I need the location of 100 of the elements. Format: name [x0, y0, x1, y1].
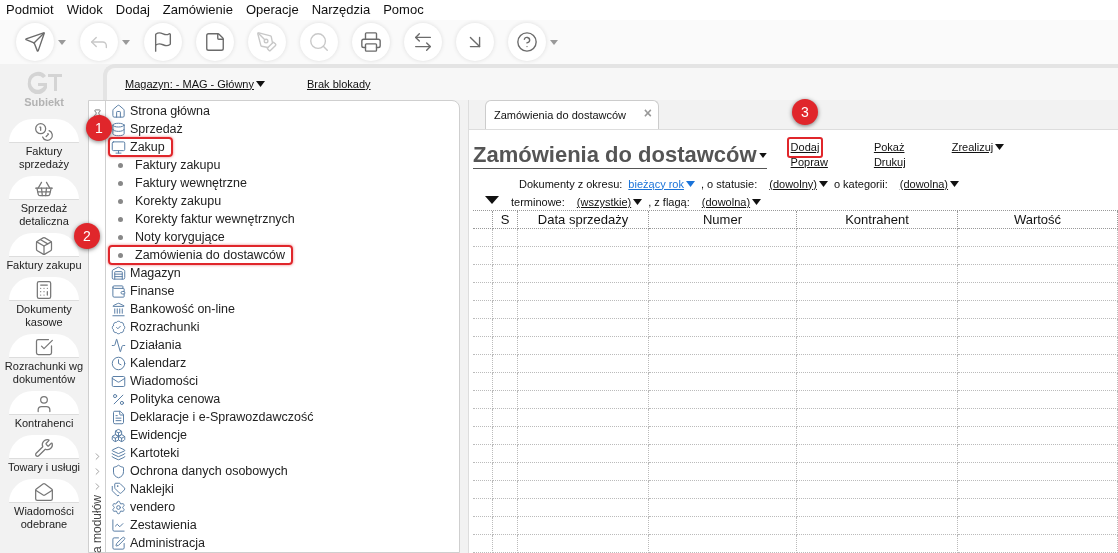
menu-item[interactable]: Pomoc — [383, 0, 424, 20]
table-cell — [493, 481, 518, 499]
tree-item[interactable]: Zamówienia do dostawców — [108, 245, 294, 265]
coins-icon — [111, 121, 126, 137]
bullet-icon — [118, 234, 123, 240]
lock-link[interactable]: Brak blokady — [307, 75, 371, 93]
filter-label: terminowe: — [511, 195, 565, 210]
filter-dropdown[interactable]: (dowolna) — [899, 175, 960, 192]
module-button[interactable]: Dokumenty kasowe — [0, 276, 88, 329]
table-cell — [473, 265, 493, 283]
module-button[interactable]: Rozrachunki wg dokumentów — [0, 333, 88, 386]
table-cell — [493, 409, 518, 427]
cards-icon — [111, 445, 126, 461]
tree-item[interactable]: Zakup — [108, 137, 173, 157]
document-tab[interactable]: Zamówienia do dostawców × — [485, 100, 659, 129]
column-header[interactable]: Data sprzedaży — [518, 211, 649, 229]
menu-item[interactable]: Dodaj — [115, 0, 150, 20]
menu-item[interactable]: Podmiot — [6, 0, 54, 20]
check-icon — [34, 336, 54, 357]
table-cell — [473, 283, 493, 301]
tree-item[interactable]: Faktury zakupu — [108, 155, 229, 175]
percent-icon — [111, 391, 126, 407]
table-cell — [473, 463, 493, 481]
boxes-icon — [111, 427, 126, 443]
caret-icon — [550, 39, 558, 45]
period-dropdown[interactable]: bieżący rok — [628, 175, 695, 192]
module-button[interactable]: Faktury sprzedaży — [0, 118, 88, 171]
table-cell — [493, 499, 518, 517]
tree-item[interactable]: Polityka cenowa — [108, 389, 229, 409]
tree-item[interactable]: Ochrona danych osobowych — [108, 461, 296, 481]
table-cell — [473, 391, 493, 409]
gear-icon — [111, 499, 126, 515]
caret-icon — [758, 152, 767, 158]
tree-item[interactable]: Deklaracje i e-Sprawozdawczość — [108, 407, 322, 427]
module-button[interactable]: Wiadomości odebrane — [0, 478, 88, 531]
menu-item[interactable]: Operacje — [245, 0, 299, 20]
caret-icon — [256, 81, 265, 87]
menu-item[interactable]: Widok — [66, 0, 103, 20]
filter-dropdown[interactable]: (dowolny) — [769, 175, 828, 192]
monitor-icon — [111, 139, 126, 155]
filter-label: , z flagą: — [648, 195, 690, 210]
tree-item[interactable]: Naklejki — [108, 479, 182, 499]
menu-item[interactable]: Narzędzia — [311, 0, 371, 20]
filter-dropdown[interactable]: (dowolna) — [701, 194, 762, 211]
tree-item[interactable]: Bankowość on-line — [108, 299, 243, 319]
module-button[interactable]: Towary i usługi — [0, 434, 88, 474]
table-cell — [473, 337, 493, 355]
warehouse-dropdown[interactable]: Magazyn: - MAG - Główny — [125, 75, 265, 93]
table-cell — [493, 247, 518, 265]
table-cell — [473, 481, 493, 499]
table-cell — [493, 283, 518, 301]
tree-item[interactable]: Magazyn — [108, 263, 189, 283]
module-button[interactable]: Kontrahenci — [0, 390, 88, 430]
column-header[interactable]: Numer — [649, 211, 797, 229]
bullet-icon — [118, 252, 123, 258]
tree-item[interactable]: Faktury wewnętrzne — [108, 173, 255, 193]
tree-item[interactable]: Ewidencje — [108, 425, 195, 445]
page-title[interactable]: Zamówienia do dostawców — [473, 142, 767, 169]
column-header[interactable]: S — [493, 211, 518, 229]
house-icon — [111, 103, 126, 119]
tree-item[interactable]: Korekty faktur wewnętrznych — [108, 209, 303, 229]
tree-item[interactable]: Finanse — [108, 281, 183, 301]
caret-icon — [633, 199, 643, 206]
filter-label: , o statusie: — [700, 176, 758, 192]
table-cell — [493, 229, 518, 247]
caret-icon — [122, 39, 130, 45]
menu-item[interactable]: Zamówienie — [162, 0, 233, 20]
tree-item[interactable]: Działania — [108, 335, 190, 355]
table-cell — [493, 427, 518, 445]
collapse-caret-icon[interactable] — [485, 196, 499, 204]
table-cell — [473, 247, 493, 265]
table-cell — [493, 373, 518, 391]
tree-item[interactable]: Administracja — [108, 533, 214, 553]
table-cell — [473, 301, 493, 319]
filter-dropdown[interactable]: (wszystkie) — [576, 194, 643, 211]
clock-icon — [111, 355, 126, 371]
document-icon — [111, 409, 126, 425]
table-cell — [493, 517, 518, 535]
tags-icon — [111, 481, 126, 497]
chart-icon — [111, 517, 126, 533]
shield-icon — [111, 463, 126, 479]
wrench-icon — [34, 437, 54, 458]
modules-list-label[interactable]: a modułów — [88, 495, 106, 553]
tree-item[interactable]: Zestawienia — [108, 515, 205, 535]
tree-item[interactable]: Rozrachunki — [108, 317, 208, 337]
check-icon — [111, 319, 126, 335]
table-cell — [493, 337, 518, 355]
tree-item[interactable]: Korekty zakupu — [108, 191, 230, 211]
column-header[interactable]: Kontrahent — [797, 211, 958, 229]
tree-item[interactable]: Noty korygujące — [108, 227, 233, 247]
table-cell — [493, 301, 518, 319]
table-cell — [473, 517, 493, 535]
caret-icon — [950, 180, 960, 187]
tree-item[interactable]: Kalendarz — [108, 353, 195, 373]
column-header[interactable]: Wartość — [958, 211, 1118, 229]
tree-item[interactable]: vendero — [108, 497, 184, 517]
tree-item[interactable]: Kartoteki — [108, 443, 188, 463]
tree-item[interactable]: Wiadomości — [108, 371, 207, 391]
table-cell — [493, 463, 518, 481]
action-link[interactable]: Zrealizuj — [947, 137, 1009, 158]
